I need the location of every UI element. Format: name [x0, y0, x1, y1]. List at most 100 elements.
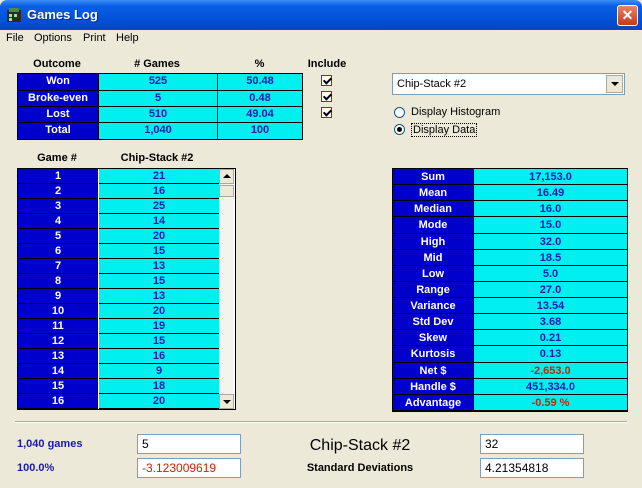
- stat-label: Sum: [393, 169, 473, 186]
- summary-label: Lost: [18, 106, 98, 122]
- summary-label: Broke-even: [18, 90, 98, 106]
- include-broke-even-checkbox[interactable]: [321, 91, 332, 102]
- title-bar: Games Log ✕: [0, 0, 642, 30]
- chip-stack-value: 15: [99, 244, 219, 259]
- game-number-header: Game #: [37, 152, 77, 164]
- stat-value: 451,334.0: [474, 378, 627, 395]
- summary-label: Won: [18, 74, 98, 90]
- menu-options[interactable]: Options: [34, 32, 72, 44]
- stat-label: Std Dev: [393, 314, 473, 331]
- include-lost-checkbox[interactable]: [321, 107, 332, 118]
- summary-pct: 0.48: [218, 90, 302, 106]
- game-number: 10: [18, 304, 98, 319]
- stat-label: High: [393, 233, 473, 250]
- game-number: 6: [18, 244, 98, 259]
- window-title: Games Log: [27, 7, 98, 22]
- game-number: 11: [18, 319, 98, 334]
- summary-games: 1,040: [99, 122, 217, 139]
- chip-stack-value: 20: [99, 304, 219, 319]
- chip-stack-value: 13: [99, 259, 219, 274]
- game-list-scrollbar[interactable]: [219, 169, 234, 409]
- include-header: Include: [307, 58, 347, 70]
- stat-label: Low: [393, 265, 473, 282]
- game-number: 9: [18, 289, 98, 304]
- footer-subtitle: Standard Deviations: [306, 462, 414, 474]
- stat-label: Mid: [393, 249, 473, 266]
- chip-stack-header: Chip-Stack #2: [120, 152, 194, 164]
- game-number: 1: [18, 169, 98, 184]
- game-number: 5: [18, 229, 98, 244]
- low-value-field[interactable]: 5: [137, 434, 241, 454]
- stat-value: 13.54: [474, 298, 627, 315]
- menu-print[interactable]: Print: [83, 32, 106, 44]
- game-number: 7: [18, 259, 98, 274]
- menu-help[interactable]: Help: [116, 32, 139, 44]
- display-data-label[interactable]: Display Data: [411, 123, 478, 137]
- high-value-field[interactable]: 32: [480, 434, 584, 454]
- games-header: # Games: [134, 58, 180, 70]
- menu-bar: File Options Print Help: [0, 30, 642, 48]
- chip-stack-value: 21: [99, 169, 219, 184]
- stat-value: 16.49: [474, 185, 627, 202]
- game-number: 14: [18, 364, 98, 379]
- stat-value: 0.21: [474, 330, 627, 347]
- scroll-down-icon[interactable]: [219, 394, 234, 409]
- chip-stack-value: 25: [99, 199, 219, 214]
- stat-value: 15.0: [474, 217, 627, 234]
- summary-table: Won 525 50.48 Broke-even 5 0.48 Lost 510…: [17, 73, 303, 140]
- chip-stack-value: 14: [99, 214, 219, 229]
- stat-label: Mode: [393, 217, 473, 234]
- game-number: 12: [18, 334, 98, 349]
- low-stddev-field[interactable]: -3.123009619: [137, 458, 241, 478]
- stat-value: -0.59 %: [474, 394, 627, 411]
- game-list[interactable]: 1 21 2 16 3 25 4 14 5 20 6 15 7 13 8 15 9 13 10 20 11 19 12 15 1…: [17, 168, 236, 410]
- footer-separator: [15, 421, 627, 423]
- display-histogram-label[interactable]: Display Histogram: [411, 106, 500, 118]
- stats-table: Sum 17,153.0 Mean 16.49 Median 16.0 Mode 15.0 Hi…: [392, 168, 628, 412]
- close-button[interactable]: ✕: [617, 5, 638, 26]
- high-stddev-field[interactable]: 4.21354818: [480, 458, 584, 478]
- game-number: 2: [18, 184, 98, 199]
- summary-games: 510: [99, 106, 217, 122]
- games-count: 1,040 games: [17, 438, 83, 450]
- chevron-down-icon[interactable]: [606, 75, 623, 93]
- stat-value: 0.13: [474, 346, 627, 363]
- game-number: 15: [18, 379, 98, 394]
- footer-title: Chip-Stack #2: [309, 437, 411, 454]
- percent-label: 100.0%: [17, 462, 55, 474]
- chip-stack-value: 19: [99, 319, 219, 334]
- chip-stack-value: 16: [99, 349, 219, 364]
- display-histogram-radio[interactable]: [394, 107, 405, 118]
- stat-label: Median: [393, 201, 473, 218]
- variable-select-value: Chip-Stack #2: [397, 78, 467, 90]
- stat-label: Mean: [393, 185, 473, 202]
- chip-stack-value: 18: [99, 379, 219, 394]
- variable-select[interactable]: Chip-Stack #2: [392, 73, 625, 95]
- summary-pct: 50.48: [218, 74, 302, 90]
- chip-stack-value: 13: [99, 289, 219, 304]
- game-number: 4: [18, 214, 98, 229]
- stat-value: 3.68: [474, 314, 627, 331]
- chip-stack-value: 9: [99, 364, 219, 379]
- summary-games: 5: [99, 90, 217, 106]
- game-number: 16: [18, 394, 98, 409]
- display-data-radio[interactable]: [394, 124, 405, 135]
- stat-value: 17,153.0: [474, 169, 627, 186]
- app-icon: [7, 8, 21, 22]
- stat-value: 18.5: [474, 249, 627, 266]
- game-number: 13: [18, 349, 98, 364]
- stat-label: Variance: [393, 298, 473, 315]
- stat-value: 32.0: [474, 233, 627, 250]
- stat-value: 5.0: [474, 265, 627, 282]
- summary-pct: 100: [218, 122, 302, 139]
- game-number: 8: [18, 274, 98, 289]
- stat-label: Net $: [393, 362, 473, 379]
- summary-pct: 49.04: [218, 106, 302, 122]
- menu-file[interactable]: File: [6, 32, 24, 44]
- chip-stack-value: 20: [99, 394, 219, 409]
- summary-games: 525: [99, 74, 217, 90]
- scroll-thumb[interactable]: [219, 185, 234, 197]
- include-won-checkbox[interactable]: [321, 75, 332, 86]
- scroll-up-icon[interactable]: [219, 169, 234, 184]
- stat-label: Handle $: [393, 378, 473, 395]
